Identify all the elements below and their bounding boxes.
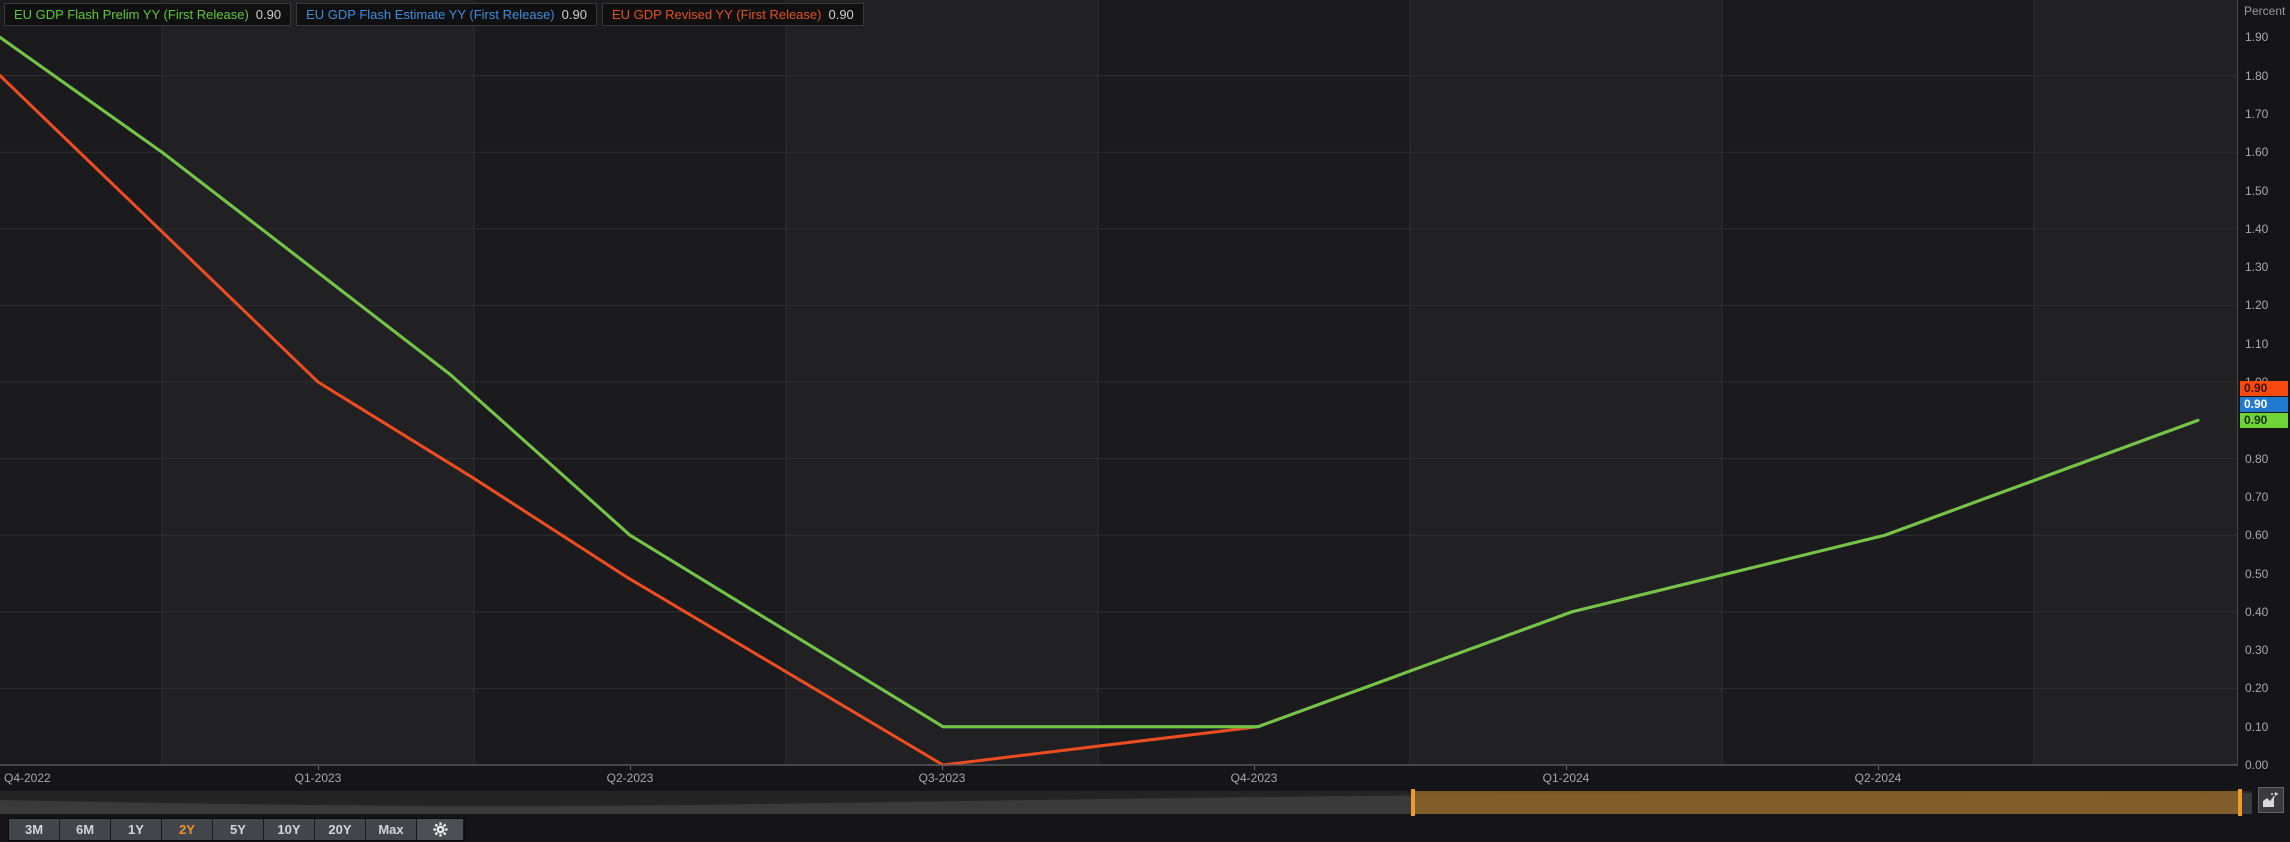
timeline-range-selector[interactable] bbox=[0, 789, 2252, 816]
range-button-20y[interactable]: 20Y bbox=[315, 819, 366, 840]
y-axis-tick-label: 1.30 bbox=[2245, 260, 2269, 275]
x-axis-tick-label: Q2-2023 bbox=[606, 771, 654, 785]
x-axis-tick-label: Q1-2023 bbox=[294, 771, 342, 785]
x-axis-tick-label: Q4-2022 bbox=[4, 771, 51, 785]
range-handle-right[interactable] bbox=[2238, 789, 2242, 816]
price-chart-svg bbox=[0, 0, 2237, 766]
legend-series-name: EU GDP Revised YY (First Release) bbox=[611, 7, 822, 22]
x-axis-panel[interactable]: Q4-2022 Q1-2023 Q2-2023 Q3-2023 Q4-2023 Q1-20… bbox=[0, 766, 2290, 790]
chart-restore-button[interactable] bbox=[2258, 787, 2284, 813]
chart-restore-icon bbox=[2263, 792, 2279, 807]
x-axis-tick-label: Q4-2023 bbox=[1230, 771, 1278, 785]
range-selector-minichart bbox=[0, 791, 2252, 814]
time-range-toolbar: 3M 6M 1Y 2Y 5Y 10Y 20Y Max bbox=[8, 818, 465, 841]
selected-range-region[interactable] bbox=[1413, 791, 2240, 814]
y-axis-tick-label: 0.50 bbox=[2245, 566, 2269, 581]
range-button-6m[interactable]: 6M bbox=[60, 819, 111, 840]
legend-series-name: EU GDP Flash Estimate YY (First Release) bbox=[306, 7, 555, 22]
x-axis-tick-label: Q3-2023 bbox=[918, 771, 966, 785]
range-button-10y[interactable]: 10Y bbox=[264, 819, 315, 840]
legend-item-2[interactable]: EU GDP Flash Estimate YY (First Release)… bbox=[296, 3, 597, 26]
last-value-badge: 0.90 bbox=[2240, 397, 2288, 412]
range-handle-left[interactable] bbox=[1411, 789, 1415, 816]
legend-series-value: 0.90 bbox=[828, 7, 854, 22]
y-axis-tick-label: 1.60 bbox=[2245, 145, 2269, 160]
range-button-2y[interactable]: 2Y bbox=[162, 819, 213, 840]
gear-icon bbox=[432, 822, 448, 837]
range-button-5y[interactable]: 5Y bbox=[213, 819, 264, 840]
legend-item-3[interactable]: EU GDP Revised YY (First Release) 0.90 bbox=[601, 3, 864, 26]
x-axis-tick-mark bbox=[1566, 766, 1567, 770]
y-axis-tick-label: 1.20 bbox=[2245, 298, 2269, 313]
y-axis-tick-label: 0.10 bbox=[2245, 719, 2269, 734]
last-value-badge: 0.90 bbox=[2240, 413, 2288, 428]
y-axis-tick-label: 0.60 bbox=[2245, 528, 2269, 543]
series-legend: EU GDP Flash Prelim YY (First Release) 0.… bbox=[4, 3, 864, 26]
y-axis-tick-label: 1.90 bbox=[2245, 30, 2269, 45]
last-value-badge: 0.90 bbox=[2240, 381, 2288, 396]
legend-series-name: EU GDP Flash Prelim YY (First Release) bbox=[14, 7, 249, 22]
y-axis-unit-label: Percent bbox=[2244, 4, 2286, 18]
y-axis-tick-label: 1.10 bbox=[2245, 336, 2269, 351]
x-axis-tick-mark bbox=[1254, 766, 1255, 770]
y-axis-tick-label: 0.80 bbox=[2245, 451, 2269, 466]
x-axis-tick-mark bbox=[1878, 766, 1879, 770]
chart-plot-area[interactable] bbox=[0, 0, 2237, 766]
y-axis-tick-label: 1.40 bbox=[2245, 221, 2269, 236]
y-axis-tick-label: 0.70 bbox=[2245, 489, 2269, 504]
y-axis-tick-label: 0.40 bbox=[2245, 604, 2269, 619]
y-axis-tick-label: 0.30 bbox=[2245, 643, 2269, 658]
x-axis-tick-mark bbox=[318, 766, 319, 770]
x-axis-tick-label: Q2-2024 bbox=[1854, 771, 1902, 785]
y-axis-tick-label: 0.20 bbox=[2245, 681, 2269, 696]
range-button-max[interactable]: Max bbox=[366, 819, 417, 840]
chart-application-window: Percent 1.90 1.80 1.70 1.60 1.50 1.40 1.30 1.20… bbox=[0, 0, 2290, 842]
legend-series-value: 0.90 bbox=[255, 7, 282, 22]
y-axis-tick-label: 1.80 bbox=[2245, 68, 2269, 83]
y-axis-tick-label: 1.70 bbox=[2245, 106, 2269, 121]
legend-series-value: 0.90 bbox=[561, 7, 587, 22]
y-axis-tick-label: 1.50 bbox=[2245, 183, 2269, 198]
chart-settings-button[interactable] bbox=[417, 819, 464, 840]
x-axis-tick-label: Q1-2024 bbox=[1542, 771, 1590, 785]
range-button-1y[interactable]: 1Y bbox=[111, 819, 162, 840]
legend-item-1[interactable]: EU GDP Flash Prelim YY (First Release) 0.… bbox=[4, 3, 292, 26]
x-axis-tick-mark bbox=[942, 766, 943, 770]
x-axis-tick-mark bbox=[630, 766, 631, 770]
range-button-3m[interactable]: 3M bbox=[9, 819, 60, 840]
